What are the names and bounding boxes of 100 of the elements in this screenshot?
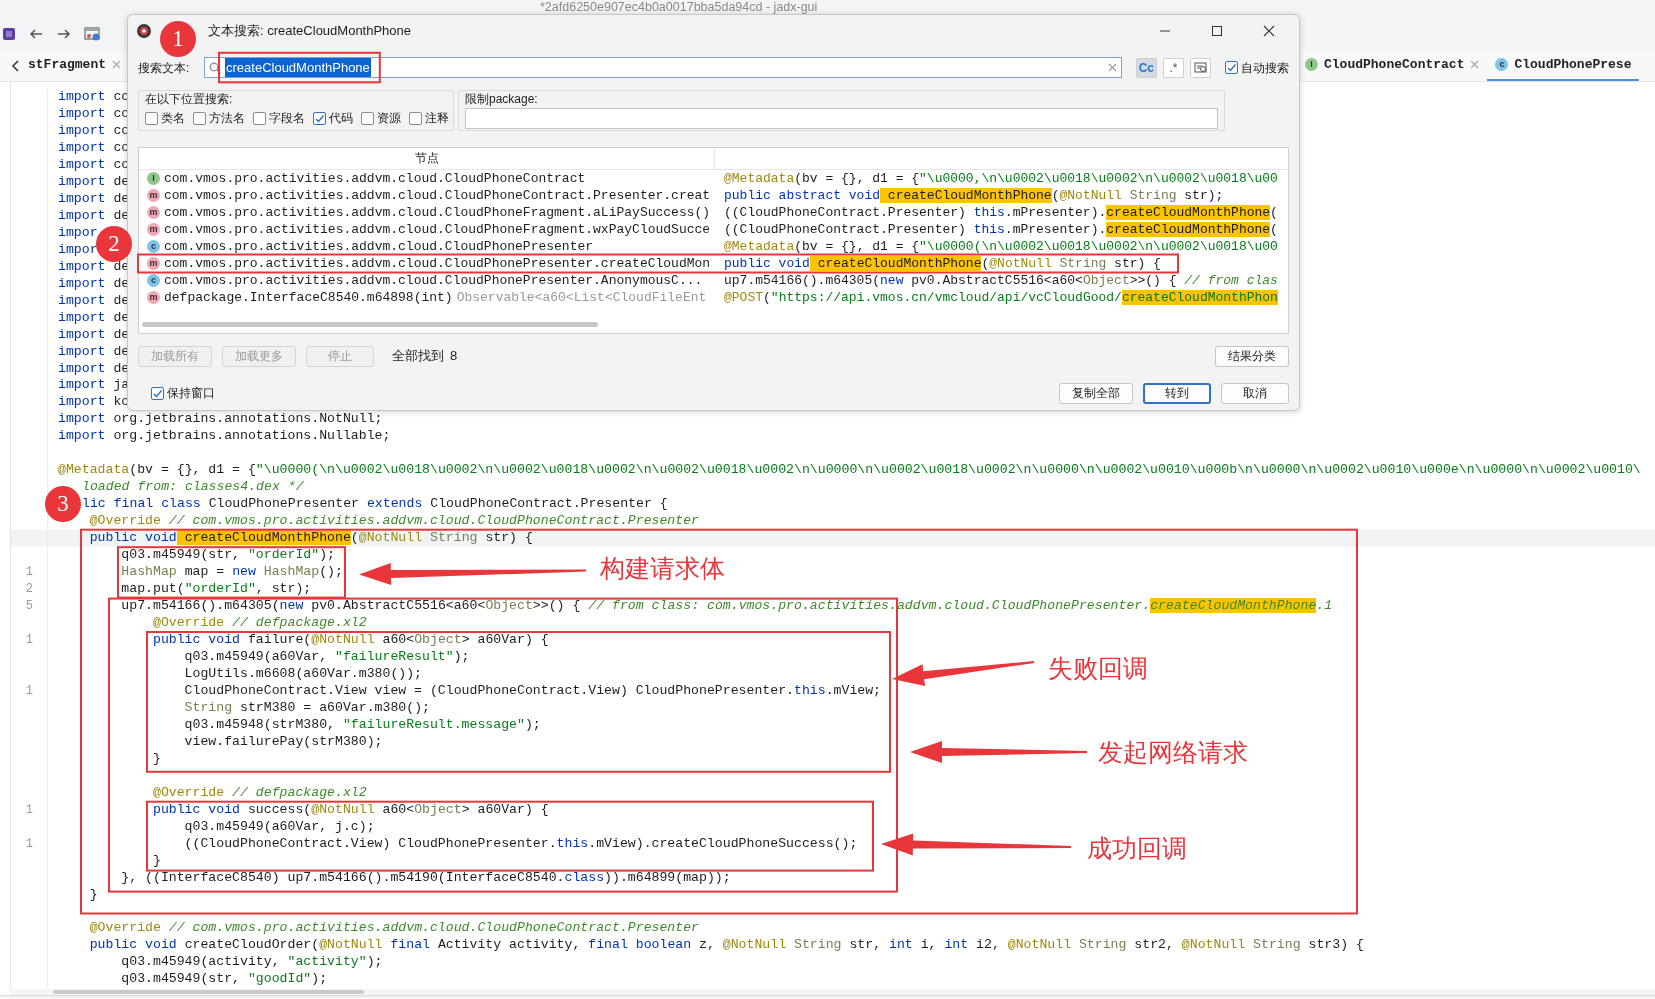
callout-label: 失败回调 <box>1048 653 1148 683</box>
group-title: 在以下位置搜索: <box>145 92 234 106</box>
class-icon: c <box>1495 58 1509 71</box>
result-node[interactable]: com.vmos.pro.activities.addvm.cloud.CloudPhonePresenter.AnonymousC... <box>164 272 703 289</box>
code-line: public void createCloudMonthPhone(@NotNull String str) { <box>88 530 533 548</box>
scroll-left-icon[interactable] <box>10 58 20 73</box>
line-number: 1 <box>25 801 33 819</box>
classify-button[interactable]: 结果分类 <box>1215 345 1289 367</box>
search-window-toggle[interactable] <box>1190 57 1211 78</box>
search-field[interactable]: createCloudMonthPhone <box>204 57 1122 78</box>
result-node[interactable]: com.vmos.pro.activities.addvm.cloud.CloudPhoneFragment.aLiPaySuccess() <box>164 204 711 221</box>
result-node[interactable]: com.vmos.pro.activities.addvm.cloud.CloudPhoneContract.Presenter.creat <box>164 187 711 204</box>
code-line: String strM380 = a60Var.m380(); <box>183 699 430 717</box>
window-title: *2afd6250e907ec4b0a0017bba5da94cd - jadx-gui <box>540 0 818 14</box>
check-icon <box>314 112 325 124</box>
result-count-label: 全部找到 <box>392 347 444 366</box>
code-line: LogUtils.m6608(a60Var.m380()); <box>183 665 423 683</box>
code-line: map.put("orderId", str); <box>120 581 312 599</box>
line-number: 2 <box>25 581 33 599</box>
result-count: 8 <box>450 347 458 366</box>
method-icon: m <box>147 189 160 202</box>
horizontal-scrollbar[interactable] <box>10 989 1655 995</box>
result-node[interactable]: com.vmos.pro.activities.addvm.cloud.CloudPhonePresenter <box>164 238 594 255</box>
result-code[interactable]: @POST("https://api.vmos.cn/vmcloud/api/vcCloudGood/createCloudMonthPhon <box>715 289 1288 306</box>
class-icon: c <box>147 240 160 253</box>
search-icon <box>209 61 221 74</box>
close-icon[interactable] <box>1470 60 1480 69</box>
code-line: q03.m45949(str, "orderId"); <box>120 547 335 565</box>
code-line: q03.m45949(activity, "activity"); <box>120 954 383 972</box>
result-code[interactable]: public abstract void createCloudMonthPhone(@NotNull String str); <box>715 187 1288 204</box>
scope-checkbox[interactable]: 注释 <box>409 109 449 127</box>
editor-tab[interactable]: I CloudPhoneContract <box>1297 50 1488 81</box>
find-window-icon <box>1193 61 1208 74</box>
dialog-button[interactable]: 转到 <box>1143 382 1211 404</box>
code-line: q03.m45949(a60Var, j.c); <box>183 818 375 836</box>
callout-label: 发起网络请求 <box>1098 737 1248 767</box>
code-line: } <box>151 852 161 870</box>
code-line: impor <box>58 241 98 259</box>
result-node[interactable]: defpackage.InterfaceC8540.m64898(int) <box>164 289 453 306</box>
editor-tab[interactable]: c CloudPhonePrese <box>1487 50 1640 81</box>
scope-checkbox[interactable]: 字段名 <box>253 109 305 127</box>
scope-checkbox[interactable]: 类名 <box>145 109 185 127</box>
code-line: @Override // com.vmos.pro.activities.addvm.cloud.CloudPhoneContract.Presenter <box>88 513 700 531</box>
result-node[interactable]: com.vmos.pro.activities.addvm.cloud.CloudPhoneContract <box>164 170 586 187</box>
package-field[interactable] <box>465 108 1218 129</box>
line-number: 1 <box>25 632 33 649</box>
method-icon: m <box>147 223 160 236</box>
code-line: @Override // defpackage.xl2 <box>151 615 367 632</box>
line-number: 1 <box>25 564 33 582</box>
callout-label: 构建请求体 <box>600 553 725 583</box>
result-code[interactable]: up7.m54166().m64305(new pv0.AbstractC5516<a60<Object>>() { // from clas <box>715 272 1288 289</box>
column-header[interactable]: 节点 <box>414 152 439 164</box>
code-line: @Override // com.vmos.pro.activities.addvm.cloud.CloudPhoneContract.Presenter <box>88 920 700 938</box>
code-line: q03.m45949(a60Var, "failureResult"); <box>183 648 470 666</box>
app-logo-icon <box>136 23 152 39</box>
method-icon: m <box>147 291 160 304</box>
code-line: impor <box>58 224 98 242</box>
scope-checkbox[interactable]: 代码 <box>313 109 353 127</box>
callout-label: 成功回调 <box>1087 833 1187 863</box>
keep-window-checkbox[interactable]: 保持窗口 <box>151 384 215 402</box>
interface-icon: I <box>147 172 160 185</box>
project-icon[interactable] <box>2 27 16 41</box>
result-node[interactable]: com.vmos.pro.activities.addvm.cloud.CloudPhonePresenter.createCloudMon <box>164 255 711 272</box>
line-number: 5 <box>25 598 33 616</box>
line-number: 1 <box>25 682 33 700</box>
result-code[interactable]: ((CloudPhoneContract.Presenter) this.mPresenter).createCloudMonthPhone( <box>715 221 1288 238</box>
code-line: import org.jetbrains.annotations.Nullable; <box>58 428 391 446</box>
scope-checkbox[interactable]: 资源 <box>361 109 401 127</box>
editor-tab[interactable]: stFragment <box>20 50 129 81</box>
step-marker: 3 <box>45 486 81 522</box>
dialog-title: 文本搜索: createCloudMonthPhone <box>208 22 412 41</box>
result-code[interactable]: @Metadata(bv = {}, d1 = {"\u0000,\n\u0002\u0018\u0002\n\u0002\u0018\u00 <box>715 170 1288 187</box>
option-toggle[interactable]: .* <box>1163 57 1184 78</box>
result-code[interactable]: ((CloudPhoneContract.Presenter) this.mPresenter).createCloudMonthPhone( <box>715 204 1288 221</box>
interface-icon: I <box>1305 58 1318 71</box>
dialog-button[interactable]: 复制全部 <box>1059 382 1133 404</box>
code-line: CloudPhoneContract.View view = (CloudPhoneContract.View) CloudPhonePresenter.this.mView; <box>183 682 882 700</box>
code-line: public void failure(@NotNull a60<Object> a60Var) { <box>151 632 549 649</box>
auto-search-checkbox[interactable]: 自动搜索 <box>1225 58 1289 77</box>
window-gear-icon[interactable] <box>84 26 102 42</box>
code-line: }, ((InterfaceC8540) up7.m54166().m54190(InterfaceC8540.class)).m64899(map)); <box>120 869 731 887</box>
step-marker: 2 <box>96 226 132 262</box>
result-code[interactable]: public void createCloudMonthPhone(@NotNull String str) { <box>715 255 1288 272</box>
check-icon <box>1226 62 1237 73</box>
dialog-button[interactable]: 取消 <box>1221 382 1289 404</box>
code-line: @Override // defpackage.xl2 <box>151 784 367 802</box>
scope-checkbox[interactable]: 方法名 <box>193 109 245 127</box>
clear-icon[interactable] <box>1107 63 1117 72</box>
code-line: @Metadata(bv = {}, d1 = {"\u0000(\n\u0002\u0018\u0002\n\u0002\u0018\u0002\n\u0002\u0018\u0002\n\u0000\n\u0002\u0018\u0002\n\u0000\n\u0002\u0010\u000b\n\u0000\n\u0002\u0010\u000e\n\u0000\n\u0002\u0010\ <box>58 462 1641 480</box>
code-line: HashMap map = new HashMap(); <box>120 564 343 582</box>
class-icon: c <box>147 274 160 287</box>
code-line: q03.m45949(str, "goodId"); <box>120 971 328 989</box>
result-type: Observable<a60<List<CloudFileEnt <box>456 289 707 306</box>
group-title: 限制package: <box>465 92 539 106</box>
code-line: } <box>151 750 161 768</box>
check-icon <box>152 387 163 399</box>
result-node[interactable]: com.vmos.pro.activities.addvm.cloud.CloudPhoneFragment.wxPayCloudSucce <box>164 221 711 238</box>
result-code[interactable]: @Metadata(bv = {}, d1 = {"\u0000(\n\u0002\u0018\u0002\n\u0002\u0018\u00 <box>715 238 1288 255</box>
method-icon: m <box>147 206 160 219</box>
close-icon[interactable] <box>112 60 121 69</box>
